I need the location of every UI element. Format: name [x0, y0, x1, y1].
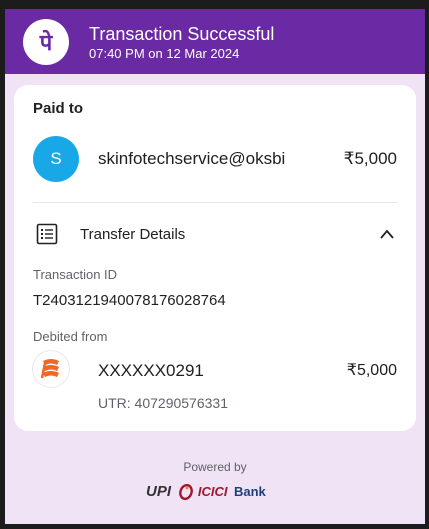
bank-of-baroda-icon — [33, 351, 69, 387]
paid-to-label: Paid to — [33, 100, 84, 117]
paid-amount: ₹5,000 — [343, 149, 397, 168]
transaction-id-label: Transaction ID — [33, 267, 118, 282]
transaction-id-value: T2403121940078176028764 — [33, 292, 226, 309]
page-title: Transaction Successful — [89, 24, 275, 44]
utr-number: UTR: 407290576331 — [98, 395, 228, 411]
brand-logos: UPI ICICI Bank — [146, 482, 266, 502]
powered-by-label: Powered by — [183, 460, 247, 474]
details-card: Paid to S skinfotechservice@oksbi ₹5,000… — [14, 85, 416, 431]
icici-logo-text: ICICI — [197, 484, 228, 499]
debited-amount: ₹5,000 — [346, 362, 397, 379]
transfer-details-label[interactable]: Transfer Details — [80, 226, 185, 244]
upi-logo: UPI — [146, 483, 172, 500]
transaction-datetime: 07:40 PM on 12 Mar 2024 — [89, 46, 240, 61]
payee-upi-id: skinfotechservice@oksbi — [98, 149, 286, 168]
list-icon — [36, 223, 58, 250]
avatar: S — [33, 136, 79, 182]
chevron-up-icon[interactable] — [379, 227, 395, 245]
icici-logo-icon — [179, 483, 194, 505]
transaction-screen: पे Transaction Successful 07:40 PM on 12… — [5, 9, 425, 524]
phonepe-logo-icon: पे — [23, 19, 69, 65]
svg-text:पे: पे — [39, 29, 54, 56]
bank-logo-text: Bank — [234, 484, 266, 499]
account-number: XXXXXX0291 — [98, 361, 204, 380]
divider — [33, 202, 397, 203]
header: पे Transaction Successful 07:40 PM on 12… — [5, 9, 425, 74]
debited-from-label: Debited from — [33, 329, 108, 344]
